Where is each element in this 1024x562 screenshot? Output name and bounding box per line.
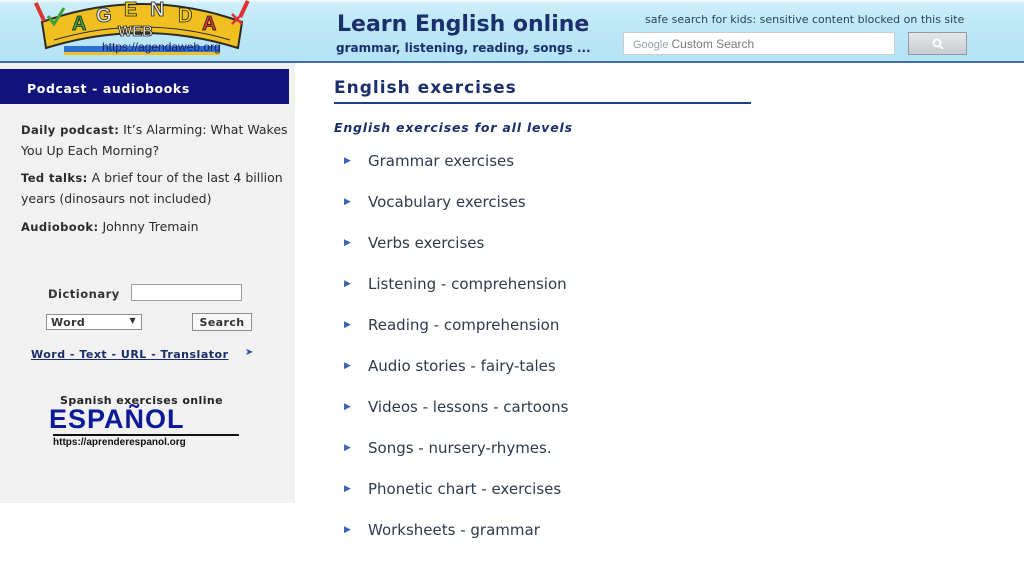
site-subtitle: grammar, listening, reading, songs ... — [336, 41, 591, 55]
safe-search-notice: safe search for kids: sensitive content … — [645, 13, 965, 26]
search-button[interactable] — [908, 32, 967, 55]
dictionary-select-value: Word — [51, 316, 86, 329]
podcast-item-key: Audiobook — [21, 220, 94, 234]
dictionary-label: Dictionary — [48, 287, 120, 301]
page-title: English exercises — [334, 78, 517, 98]
podcast-item-key: Ted talks — [21, 171, 83, 185]
espanol-url: https://aprenderespanol.org — [53, 434, 239, 448]
podcast-item-audiobook[interactable]: Audiobook: Johnny Tremain — [21, 217, 293, 238]
svg-text:A: A — [72, 13, 86, 35]
bullet-arrow-icon: ▶ — [344, 402, 351, 412]
podcast-item-daily[interactable]: Daily podcast: It’s Alarming: What Wakes… — [21, 120, 293, 160]
arrow-right-icon: ➤ — [245, 347, 254, 358]
exercise-link[interactable]: Worksheets - grammar — [368, 521, 540, 539]
site-title[interactable]: Learn English online — [337, 12, 589, 37]
podcast-item-key: Daily podcast — [21, 123, 115, 137]
svg-text:G: G — [96, 5, 112, 27]
dropdown-arrow-icon: ▼ — [129, 316, 136, 325]
dictionary-input[interactable] — [131, 284, 242, 301]
search-placeholder: Custom Search — [671, 37, 755, 51]
bullet-arrow-icon: ▶ — [344, 238, 351, 248]
dictionary-links[interactable]: Word - Text - URL - Translator — [31, 348, 229, 361]
svg-text:D: D — [178, 5, 192, 27]
svg-text:A: A — [202, 13, 216, 35]
podcast-item-ted[interactable]: Ted talks: A brief tour of the last 4 bi… — [21, 168, 293, 208]
exercise-link[interactable]: Audio stories - fairy-tales — [368, 357, 556, 375]
bullet-arrow-icon: ▶ — [344, 279, 351, 289]
dictionary-type-select[interactable]: Word ▼ — [46, 314, 142, 330]
bullet-arrow-icon: ▶ — [344, 361, 351, 371]
page-subtitle: English exercises for all levels — [334, 120, 573, 135]
exercise-link[interactable]: Grammar exercises — [368, 152, 514, 170]
exercise-link[interactable]: Songs - nursery-rhymes. — [368, 439, 552, 457]
svg-text:WEB: WEB — [118, 23, 153, 40]
title-divider — [334, 102, 751, 104]
exercise-link[interactable]: Reading - comprehension — [368, 316, 559, 334]
google-label: Google — [633, 39, 669, 51]
site-header: A G E N D A WEB https://agendaweb.org Le… — [0, 0, 1024, 63]
magnifier-icon — [932, 38, 944, 50]
bullet-arrow-icon: ▶ — [344, 525, 351, 535]
exercise-link[interactable]: Videos - lessons - cartoons — [368, 398, 568, 416]
bullet-arrow-icon: ▶ — [344, 197, 351, 207]
sidebar: Podcast - audiobooks Daily podcast: It’s… — [0, 63, 295, 503]
exercise-link[interactable]: Verbs exercises — [368, 234, 484, 252]
sidebar-heading: Podcast - audiobooks — [0, 69, 289, 104]
bullet-arrow-icon: ▶ — [344, 156, 351, 166]
exercise-link[interactable]: Vocabulary exercises — [368, 193, 526, 211]
bullet-arrow-icon: ▶ — [344, 320, 351, 330]
bullet-arrow-icon: ▶ — [344, 443, 351, 453]
svg-text:N: N — [150, 0, 164, 21]
dictionary-search-button[interactable]: Search — [192, 313, 252, 331]
espanol-logo-text: ESPAÑOL — [49, 404, 185, 434]
logo-url: https://agendaweb.org — [102, 40, 221, 54]
agendaweb-logo[interactable]: A G E N D A WEB https://agendaweb.org — [33, 0, 250, 58]
espanol-logo[interactable]: ESPAÑOL — [49, 404, 185, 435]
exercise-link[interactable]: Listening - comprehension — [368, 275, 567, 293]
svg-text:E: E — [124, 0, 137, 21]
podcast-item-link[interactable]: Johnny Tremain — [102, 219, 198, 234]
bullet-arrow-icon: ▶ — [344, 484, 351, 494]
custom-search-input[interactable]: Google Custom Search — [623, 32, 895, 55]
exercise-link[interactable]: Phonetic chart - exercises — [368, 480, 561, 498]
